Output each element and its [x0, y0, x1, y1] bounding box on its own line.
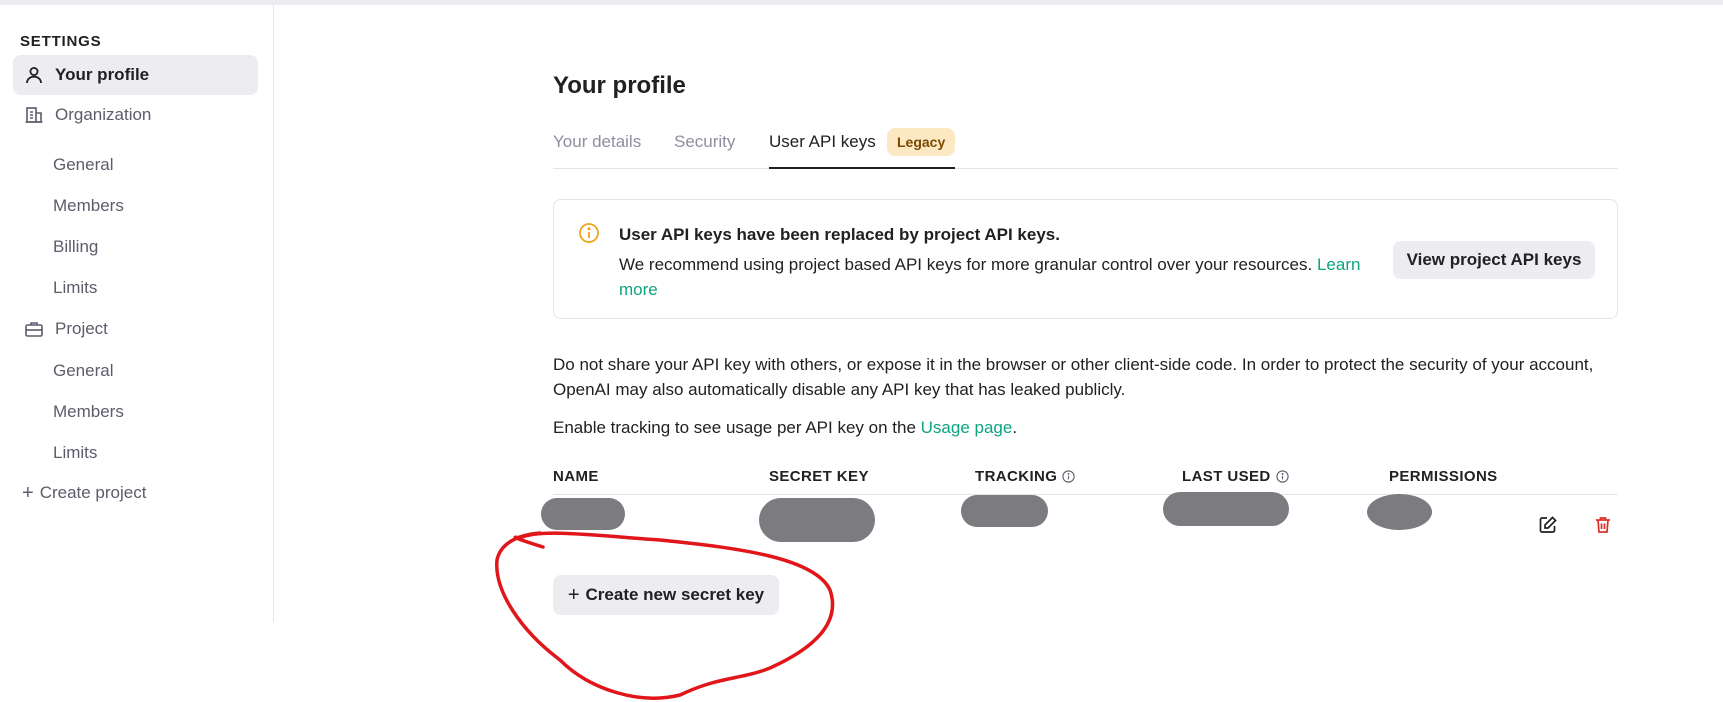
sidebar-item-label: Your profile	[55, 65, 150, 84]
redacted-last-used-cell	[1163, 492, 1289, 526]
column-header-permissions: PERMISSIONS	[1389, 468, 1498, 485]
redacted-name-cell	[541, 498, 625, 530]
sidebar-item-organization[interactable]: Organization	[13, 95, 258, 135]
column-header-tracking: TRACKING	[975, 468, 1076, 485]
sidebar-item-org-general[interactable]: General	[53, 155, 113, 175]
sidebar-item-org-members[interactable]: Members	[53, 196, 124, 216]
column-header-label: LAST USED	[1182, 468, 1271, 485]
column-header-label: SECRET KEY	[769, 468, 869, 485]
plus-icon: +	[567, 584, 580, 606]
column-header-label: NAME	[553, 468, 599, 485]
column-header-last-used: LAST USED	[1182, 468, 1289, 485]
sidebar-item-project-members[interactable]: Members	[53, 402, 124, 422]
tab-user-api-keys[interactable]: User API keys	[769, 132, 876, 152]
tab-your-details[interactable]: Your details	[553, 132, 641, 152]
create-key-label: Create new secret key	[585, 585, 765, 604]
briefcase-icon	[22, 317, 46, 341]
building-icon	[22, 103, 46, 127]
page-title: Your profile	[553, 72, 686, 99]
tracking-period: .	[1012, 418, 1018, 437]
legacy-badge: Legacy	[887, 128, 956, 156]
profile-tabs: Your details Security User API keys	[553, 124, 1618, 169]
sidebar-item-org-billing[interactable]: Billing	[53, 237, 98, 257]
create-project-label: Create project	[39, 483, 147, 502]
column-header-label: PERMISSIONS	[1389, 468, 1498, 485]
edit-icon[interactable]	[1536, 513, 1560, 537]
redacted-permissions-cell	[1367, 494, 1432, 530]
sidebar-heading: SETTINGS	[20, 33, 102, 50]
notice-title: User API keys have been replaced by proj…	[619, 225, 1060, 244]
info-circle-icon[interactable]	[1062, 470, 1076, 483]
redacted-tracking-cell	[961, 495, 1048, 527]
info-circle-icon	[578, 222, 600, 244]
notice-body: We recommend using project based API key…	[619, 252, 1389, 302]
sidebar-item-project[interactable]: Project	[13, 309, 258, 349]
active-tab-indicator	[769, 167, 955, 169]
notice-text: We recommend using project based API key…	[619, 255, 1313, 274]
sidebar-item-project-general[interactable]: General	[53, 361, 113, 381]
usage-page-link[interactable]: Usage page	[921, 418, 1013, 437]
security-warning-text: Do not share your API key with others, o…	[553, 355, 1594, 399]
sidebar-item-org-limits[interactable]: Limits	[53, 278, 97, 298]
column-header-name: NAME	[553, 468, 599, 485]
sidebar-item-your-profile[interactable]: Your profile	[13, 55, 258, 95]
settings-sidebar: SETTINGS Your profile Organization Gener…	[0, 5, 274, 622]
tracking-info: Enable tracking to see usage per API key…	[553, 418, 1017, 438]
trash-icon[interactable]	[1591, 513, 1615, 537]
plus-icon: +	[22, 482, 34, 504]
redacted-secret-key-cell	[759, 498, 875, 542]
sidebar-item-project-limits[interactable]: Limits	[53, 443, 97, 463]
tab-security[interactable]: Security	[674, 132, 735, 152]
table-header-divider	[553, 494, 1618, 495]
create-new-secret-key-button[interactable]: + Create new secret key	[553, 575, 779, 615]
view-project-api-keys-button[interactable]: View project API keys	[1393, 241, 1595, 279]
info-circle-icon[interactable]	[1275, 470, 1289, 483]
sidebar-item-label: Project	[55, 319, 108, 338]
person-icon	[22, 63, 46, 87]
create-project-link[interactable]: + Create project	[22, 483, 146, 503]
column-header-secret-key: SECRET KEY	[769, 468, 869, 485]
tracking-text: Enable tracking to see usage per API key…	[553, 418, 916, 437]
column-header-label: TRACKING	[975, 468, 1058, 485]
sidebar-item-label: Organization	[55, 105, 152, 124]
